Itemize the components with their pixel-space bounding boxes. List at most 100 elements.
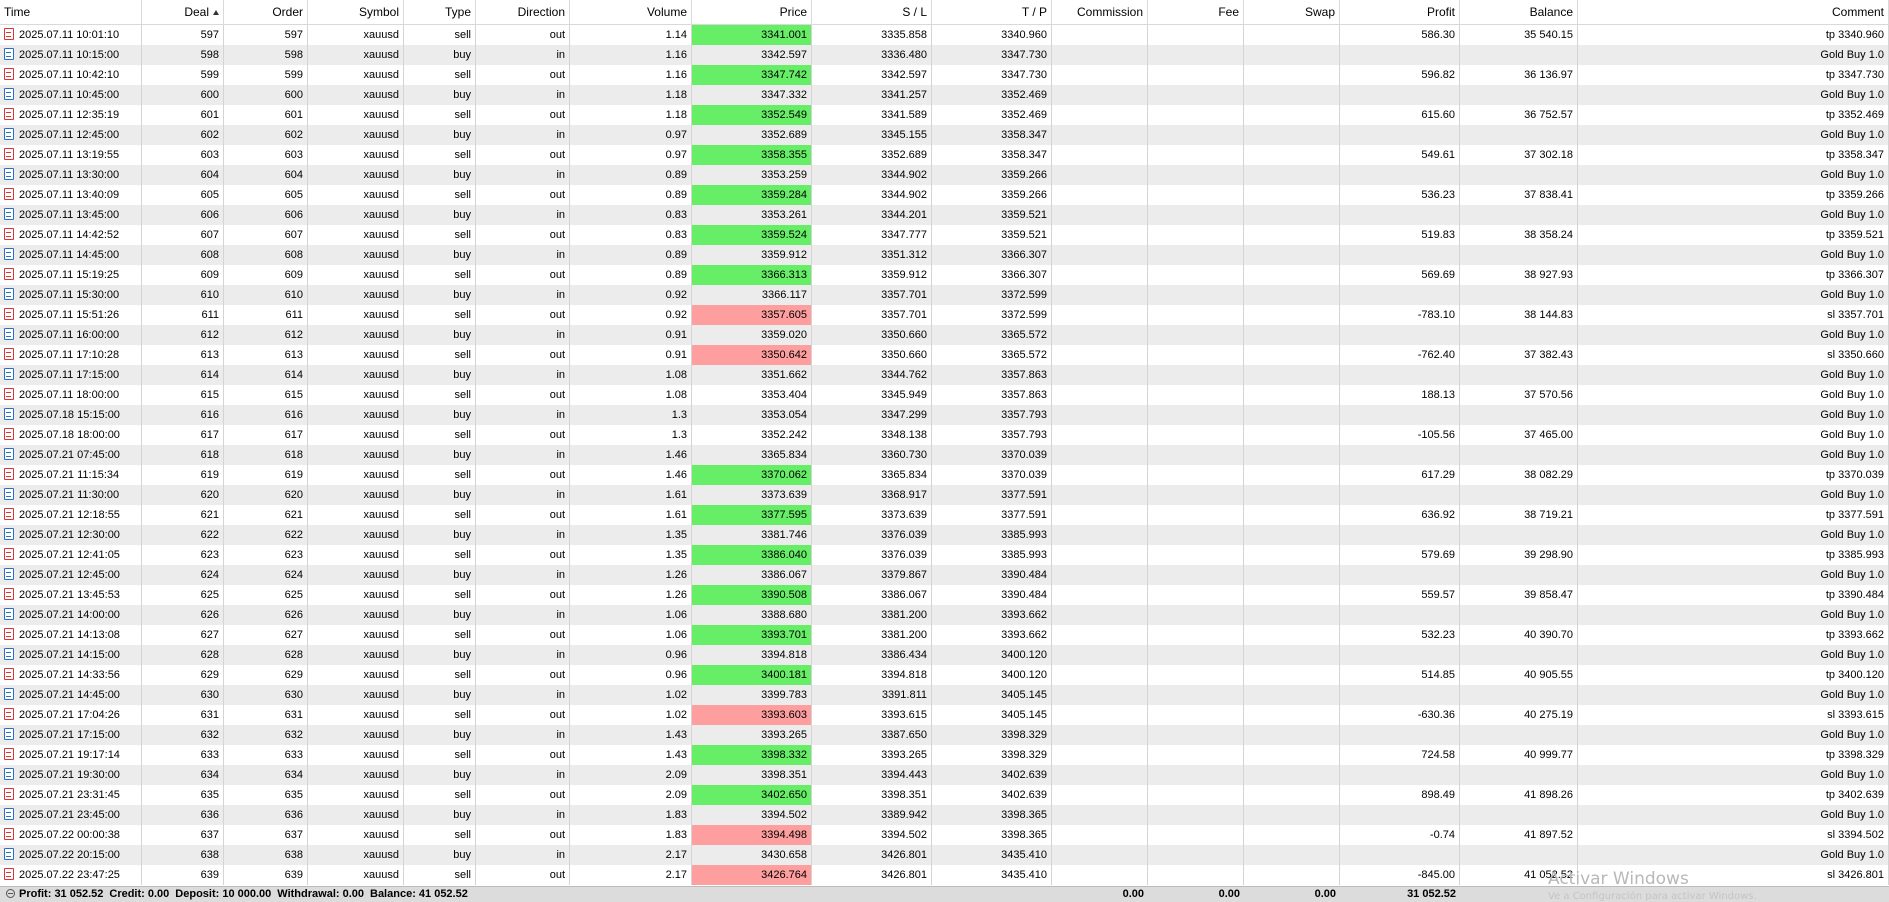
table-row[interactable]: 2025.07.11 10:42:10 599 599 xauusd sell out 1.… bbox=[0, 65, 1889, 85]
table-row[interactable]: 2025.07.21 12:18:55 621 621 xauusd sell out 1.… bbox=[0, 505, 1889, 525]
table-row[interactable]: 2025.07.11 14:42:52 607 607 xauusd sell out 0.… bbox=[0, 225, 1889, 245]
table-row[interactable]: 2025.07.11 13:30:00 604 604 xauusd buy in 0.89… bbox=[0, 165, 1889, 185]
table-row[interactable]: 2025.07.21 14:45:00 630 630 xauusd buy in 1.02… bbox=[0, 685, 1889, 705]
cell-symbol: xauusd bbox=[308, 305, 404, 325]
table-row[interactable]: 2025.07.11 13:45:00 606 606 xauusd buy in 0.83… bbox=[0, 205, 1889, 225]
column-header-symbol[interactable]: Symbol bbox=[308, 0, 404, 24]
table-row[interactable]: 2025.07.21 17:04:26 631 631 xauusd sell out 1.… bbox=[0, 705, 1889, 725]
table-row[interactable]: 2025.07.11 12:35:19 601 601 xauusd sell out 1.… bbox=[0, 105, 1889, 125]
cell-text: 2025.07.11 15:19:25 bbox=[19, 269, 120, 281]
buy-deal-icon bbox=[4, 408, 14, 420]
table-row[interactable]: 2025.07.21 23:45:00 636 636 xauusd buy in 1.83… bbox=[0, 805, 1889, 825]
table-row[interactable]: 2025.07.21 14:00:00 626 626 xauusd buy in 1.06… bbox=[0, 605, 1889, 625]
table-row[interactable]: 2025.07.21 19:17:14 633 633 xauusd sell out 1.… bbox=[0, 745, 1889, 765]
cell-text: -630.36 bbox=[1417, 709, 1455, 721]
cell-volume: 0.89 bbox=[570, 245, 692, 265]
table-row[interactable]: 2025.07.11 18:00:00 615 615 xauusd sell out 1.… bbox=[0, 385, 1889, 405]
column-header-time[interactable]: Time bbox=[0, 0, 142, 24]
cell-text: 3366.307 bbox=[1001, 269, 1047, 281]
cell-text: xauusd bbox=[363, 249, 399, 261]
cell-profit: 586.30 bbox=[1340, 25, 1460, 45]
table-row[interactable]: 2025.07.11 16:00:00 612 612 xauusd buy in 0.91… bbox=[0, 325, 1889, 345]
cell-text: xauusd bbox=[363, 169, 399, 181]
cell-balance bbox=[1460, 605, 1578, 625]
table-row[interactable]: 2025.07.22 20:15:00 638 638 xauusd buy in 2.17… bbox=[0, 845, 1889, 865]
table-row[interactable]: 2025.07.21 12:30:00 622 622 xauusd buy in 1.35… bbox=[0, 525, 1889, 545]
column-header-balance[interactable]: Balance bbox=[1460, 0, 1578, 24]
column-header-swap[interactable]: Swap bbox=[1244, 0, 1340, 24]
cell-balance bbox=[1460, 245, 1578, 265]
column-header-fee[interactable]: Fee bbox=[1148, 0, 1244, 24]
cell-text: tp 3370.039 bbox=[1825, 469, 1884, 481]
column-header-direction[interactable]: Direction bbox=[476, 0, 570, 24]
table-row[interactable]: 2025.07.21 12:45:00 624 624 xauusd buy in 1.26… bbox=[0, 565, 1889, 585]
cell-profit: -630.36 bbox=[1340, 705, 1460, 725]
cell-text: sl 3426.801 bbox=[1827, 869, 1884, 881]
table-row[interactable]: 2025.07.18 15:15:00 616 616 xauusd buy in 1.3 3… bbox=[0, 405, 1889, 425]
footer-fee-total: 0.00 bbox=[1218, 888, 1240, 900]
table-row[interactable]: 2025.07.11 15:19:25 609 609 xauusd sell out 0.… bbox=[0, 265, 1889, 285]
table-row[interactable]: 2025.07.11 14:45:00 608 608 xauusd buy in 0.89… bbox=[0, 245, 1889, 265]
table-row[interactable]: 2025.07.21 14:15:00 628 628 xauusd buy in 0.96… bbox=[0, 645, 1889, 665]
table-row[interactable]: 2025.07.18 18:00:00 617 617 xauusd sell out 1.… bbox=[0, 425, 1889, 445]
cell-order: 613 bbox=[224, 345, 308, 365]
cell-tp: 3365.572 bbox=[932, 325, 1052, 345]
column-header-comment[interactable]: Comment bbox=[1578, 0, 1889, 24]
cell-text: 3335.858 bbox=[881, 29, 927, 41]
table-row[interactable]: 2025.07.11 13:19:55 603 603 xauusd sell out 0.… bbox=[0, 145, 1889, 165]
cell-time: 2025.07.21 23:31:45 bbox=[0, 785, 142, 805]
cell-fee bbox=[1148, 585, 1244, 605]
cell-deal: 600 bbox=[142, 85, 224, 105]
table-row[interactable]: 2025.07.11 10:15:00 598 598 xauusd buy in 1.16… bbox=[0, 45, 1889, 65]
table-row[interactable]: 2025.07.11 15:51:26 611 611 xauusd sell out 0.… bbox=[0, 305, 1889, 325]
cell-profit: -783.10 bbox=[1340, 305, 1460, 325]
table-row[interactable]: 2025.07.11 10:45:00 600 600 xauusd buy in 1.18… bbox=[0, 85, 1889, 105]
column-header-profit[interactable]: Profit bbox=[1340, 0, 1460, 24]
table-row[interactable]: 2025.07.21 11:30:00 620 620 xauusd buy in 1.61… bbox=[0, 485, 1889, 505]
table-row[interactable]: 2025.07.21 14:33:56 629 629 xauusd sell out 0.… bbox=[0, 665, 1889, 685]
table-row[interactable]: 2025.07.21 23:31:45 635 635 xauusd sell out 2.… bbox=[0, 785, 1889, 805]
table-row[interactable]: 2025.07.11 17:15:00 614 614 xauusd buy in 1.08… bbox=[0, 365, 1889, 385]
column-header-order[interactable]: Order bbox=[224, 0, 308, 24]
cell-commission bbox=[1052, 425, 1148, 445]
cell-text: 3400.181 bbox=[761, 669, 807, 681]
column-header-tp[interactable]: T / P bbox=[932, 0, 1052, 24]
table-row[interactable]: 2025.07.11 13:40:09 605 605 xauusd sell out 0.… bbox=[0, 185, 1889, 205]
column-header-commission[interactable]: Commission bbox=[1052, 0, 1148, 24]
table-row[interactable]: 2025.07.11 15:30:00 610 610 xauusd buy in 0.92… bbox=[0, 285, 1889, 305]
table-row[interactable]: 2025.07.11 12:45:00 602 602 xauusd buy in 0.97… bbox=[0, 125, 1889, 145]
cell-tp: 3377.591 bbox=[932, 485, 1052, 505]
cell-text: tp 3400.120 bbox=[1825, 669, 1884, 681]
table-row[interactable]: 2025.07.11 17:10:28 613 613 xauusd sell out 0.… bbox=[0, 345, 1889, 365]
cell-text: 2025.07.21 13:45:53 bbox=[19, 589, 120, 601]
cell-profit bbox=[1340, 645, 1460, 665]
column-header-volume[interactable]: Volume bbox=[570, 0, 692, 24]
cell-swap bbox=[1244, 385, 1340, 405]
table-row[interactable]: 2025.07.21 14:13:08 627 627 xauusd sell out 1.… bbox=[0, 625, 1889, 645]
cell-profit: 519.83 bbox=[1340, 225, 1460, 245]
column-header-sl[interactable]: S / L bbox=[812, 0, 932, 24]
column-header-price[interactable]: Price bbox=[692, 0, 812, 24]
cell-comment: Gold Buy 1.0 bbox=[1578, 565, 1889, 585]
table-row[interactable]: 2025.07.21 11:15:34 619 619 xauusd sell out 1.… bbox=[0, 465, 1889, 485]
column-header-deal[interactable]: Deal bbox=[142, 0, 224, 24]
column-header-type[interactable]: Type bbox=[404, 0, 476, 24]
table-row[interactable]: 2025.07.11 10:01:10 597 597 xauusd sell out 1.… bbox=[0, 25, 1889, 45]
table-row[interactable]: 2025.07.21 07:45:00 618 618 xauusd buy in 1.46… bbox=[0, 445, 1889, 465]
cell-text: 3357.793 bbox=[1001, 429, 1047, 441]
cell-commission bbox=[1052, 325, 1148, 345]
table-row[interactable]: 2025.07.21 13:45:53 625 625 xauusd sell out 1.… bbox=[0, 585, 1889, 605]
cell-type: buy bbox=[404, 605, 476, 625]
cell-balance: 38 144.83 bbox=[1460, 305, 1578, 325]
cell-type: buy bbox=[404, 245, 476, 265]
cell-text: 599 bbox=[284, 69, 303, 81]
collapse-icon[interactable] bbox=[6, 889, 15, 898]
table-row[interactable]: 2025.07.21 17:15:00 632 632 xauusd buy in 1.43… bbox=[0, 725, 1889, 745]
cell-swap bbox=[1244, 585, 1340, 605]
cell-direction: out bbox=[476, 65, 570, 85]
cell-order: 597 bbox=[224, 25, 308, 45]
table-row[interactable]: 2025.07.21 19:30:00 634 634 xauusd buy in 2.09… bbox=[0, 765, 1889, 785]
table-row[interactable]: 2025.07.21 12:41:05 623 623 xauusd sell out 1.… bbox=[0, 545, 1889, 565]
cell-text: 2025.07.11 15:51:26 bbox=[19, 309, 120, 321]
table-row[interactable]: 2025.07.22 00:00:38 637 637 xauusd sell out 1.… bbox=[0, 825, 1889, 845]
